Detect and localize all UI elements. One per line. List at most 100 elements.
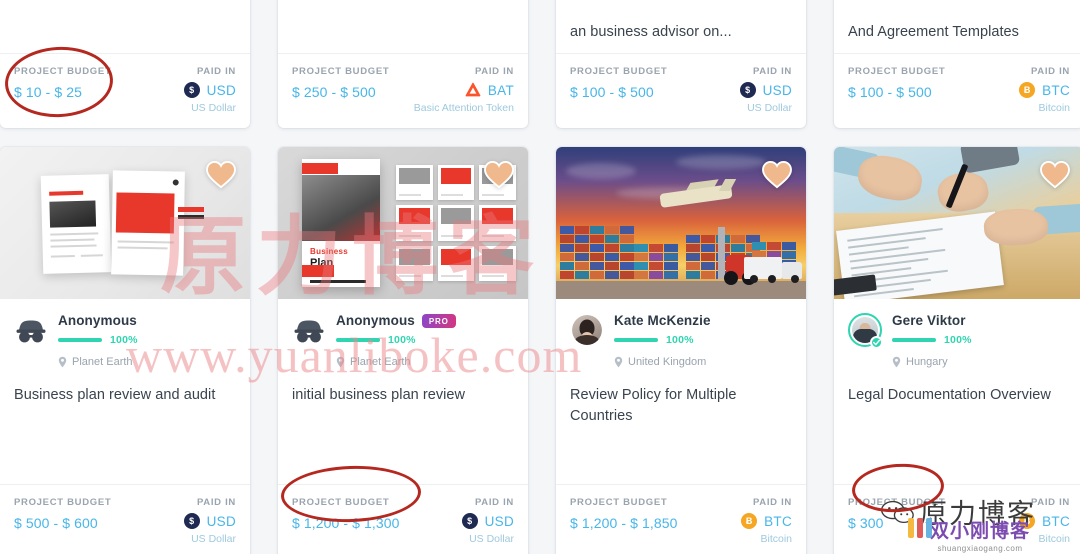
card-user[interactable]: Anonymous 100% Planet Earth (14, 313, 236, 368)
bat-coin-icon (465, 82, 481, 98)
location-pin-icon (336, 356, 345, 368)
budget-block: PROJECT BUDGET $ 250 - $ 500 (292, 66, 389, 100)
budget-block: PROJECT BUDGET $ 100 - $ 500 (848, 66, 945, 100)
coin-code: BTC (1042, 513, 1070, 529)
card-title[interactable]: Business plan review and audit (14, 385, 236, 406)
rating-percent: 100% (944, 334, 972, 346)
user-photo-avatar (570, 313, 604, 347)
currency-name: Bitcoin (760, 533, 792, 545)
location-label: Planet Earth (72, 356, 133, 368)
user-rating: 100% (892, 334, 1070, 346)
budget-label: PROJECT BUDGET (570, 497, 668, 508)
coin-row: $ USD (739, 82, 792, 98)
project-card[interactable]: Anonymous 100% Planet Earth Business plan r… (0, 147, 250, 554)
card-body: Gere Viktor 100% Hungary Legal Documentatio… (834, 299, 1080, 484)
budget-amount: $ 10 - $ 25 (14, 84, 83, 100)
card-title[interactable]: initial business plan review (292, 385, 514, 406)
budget-block: PROJECT BUDGET $ 1,200 - $ 1,850 (570, 497, 678, 531)
incognito-avatar-icon (292, 313, 326, 347)
card-footer: PROJECT BUDGET $ 10 - $ 25 PAID IN $ USD US D… (0, 53, 250, 128)
coin-row: BAT (414, 82, 514, 98)
project-card[interactable]: BusinessPlan2020 Anonymous PRO 100% Planet E… (278, 147, 528, 554)
card-thumbnail[interactable] (0, 147, 250, 299)
budget-label: PROJECT BUDGET (292, 497, 390, 508)
project-card[interactable]: Kate McKenzie 100% United Kingdom Review Po… (556, 147, 806, 554)
heart-icon[interactable] (1040, 161, 1070, 189)
paid-in-block: PAID IN $ USD US Dollar (739, 66, 792, 114)
paid-in-block: PAID IN $ USD US Dollar (183, 66, 236, 114)
paid-in-block: PAID IN Ƀ BTC Bitcoin (1019, 497, 1070, 545)
paid-in-label: PAID IN (752, 497, 792, 508)
paid-in-label: PAID IN (1030, 497, 1070, 508)
location-label: Planet Earth (350, 356, 411, 368)
project-card-row-top: PROJECT BUDGET $ 10 - $ 25 PAID IN $ USD US D… (0, 0, 1080, 128)
card-user[interactable]: Gere Viktor 100% Hungary (848, 313, 1070, 368)
card-title[interactable]: Legal Documentation Overview (848, 385, 1070, 406)
project-card[interactable]: PROJECT BUDGET $ 10 - $ 25 PAID IN $ USD US D… (0, 0, 250, 128)
card-footer: PROJECT BUDGET $ 250 - $ 500 PAID IN BAT Bas… (278, 53, 528, 128)
card-thumbnail[interactable] (834, 147, 1080, 299)
rating-bar-icon (892, 338, 936, 342)
project-card[interactable]: PROJECT BUDGET $ 250 - $ 500 PAID IN BAT Bas… (278, 0, 528, 128)
card-title: an business advisor on... (570, 23, 732, 40)
card-user[interactable]: Anonymous PRO 100% Planet Earth (292, 313, 514, 368)
project-card[interactable]: Gere Viktor 100% Hungary Legal Documentatio… (834, 147, 1080, 554)
user-name: Kate McKenzie (614, 313, 711, 328)
usd-coin-icon: $ (183, 82, 200, 98)
location-pin-icon (892, 356, 901, 368)
paid-in-label: PAID IN (752, 66, 792, 77)
currency-name: US Dollar (747, 102, 792, 114)
location-label: United Kingdom (628, 356, 707, 368)
paid-in-block: PAID IN $ USD US Dollar (461, 497, 514, 545)
coin-code: BAT (487, 82, 514, 98)
budget-amount: $ 250 - $ 500 (292, 84, 376, 100)
coin-row: $ USD (183, 82, 236, 98)
paid-in-block: PAID IN BAT Basic Attention Token (414, 66, 514, 114)
budget-label: PROJECT BUDGET (14, 66, 112, 77)
rating-bar-icon (58, 338, 102, 342)
coin-code: BTC (764, 513, 792, 529)
budget-amount: $ 1,200 - $ 1,300 (292, 515, 400, 531)
card-title[interactable]: Review Policy for Multiple Countries (570, 385, 792, 427)
card-footer: PROJECT BUDGET $ 500 - $ 600 PAID IN $ USD US… (0, 484, 250, 554)
coin-row: $ USD (183, 513, 236, 529)
paid-in-label: PAID IN (474, 497, 514, 508)
currency-name: Bitcoin (1038, 102, 1070, 114)
card-footer: PROJECT BUDGET $ 1,200 - $ 1,300 PAID IN $ U… (278, 484, 528, 554)
project-card[interactable]: And Agreement Templates PROJECT BUDGET $ 1… (834, 0, 1080, 128)
budget-label: PROJECT BUDGET (848, 66, 946, 77)
usd-coin-icon: $ (739, 82, 756, 98)
rating-percent: 100% (666, 334, 694, 346)
location-pin-icon (614, 356, 623, 368)
user-location: Planet Earth (336, 356, 514, 368)
card-footer: PROJECT BUDGET $ 1,200 - $ 1,850 PAID IN Ƀ B… (556, 484, 806, 554)
currency-name: US Dollar (469, 533, 514, 545)
user-rating: 100% (336, 334, 514, 346)
rating-percent: 100% (110, 334, 138, 346)
btc-coin-icon: Ƀ (1019, 513, 1036, 529)
card-body: Anonymous 100% Planet Earth Business plan r… (0, 299, 250, 484)
btc-coin-icon: Ƀ (1019, 82, 1036, 98)
paid-in-label: PAID IN (196, 497, 236, 508)
user-rating: 100% (58, 334, 236, 346)
heart-icon[interactable] (206, 161, 236, 189)
coin-code: USD (762, 82, 792, 98)
budget-amount: $ 500 - $ 600 (14, 515, 98, 531)
card-thumbnail[interactable]: BusinessPlan2020 (278, 147, 528, 299)
user-rating: 100% (614, 334, 792, 346)
user-location: United Kingdom (614, 356, 792, 368)
user-name: Anonymous (58, 313, 137, 328)
budget-label: PROJECT BUDGET (292, 66, 390, 77)
usd-coin-icon: $ (183, 513, 200, 529)
card-body: Anonymous PRO 100% Planet Earth initial busi… (278, 299, 528, 484)
card-thumbnail[interactable] (556, 147, 806, 299)
card-footer: PROJECT BUDGET $ 100 - $ 500 PAID IN Ƀ BTC Bi… (834, 53, 1080, 128)
heart-icon[interactable] (484, 161, 514, 189)
coin-row: $ USD (461, 513, 514, 529)
card-user[interactable]: Kate McKenzie 100% United Kingdom (570, 313, 792, 368)
project-card[interactable]: an business advisor on... PROJECT BUDGET $… (556, 0, 806, 128)
heart-icon[interactable] (762, 161, 792, 189)
budget-block: PROJECT BUDGET $ 300 (848, 497, 945, 531)
location-pin-icon (58, 356, 67, 368)
currency-name: Basic Attention Token (413, 102, 514, 114)
